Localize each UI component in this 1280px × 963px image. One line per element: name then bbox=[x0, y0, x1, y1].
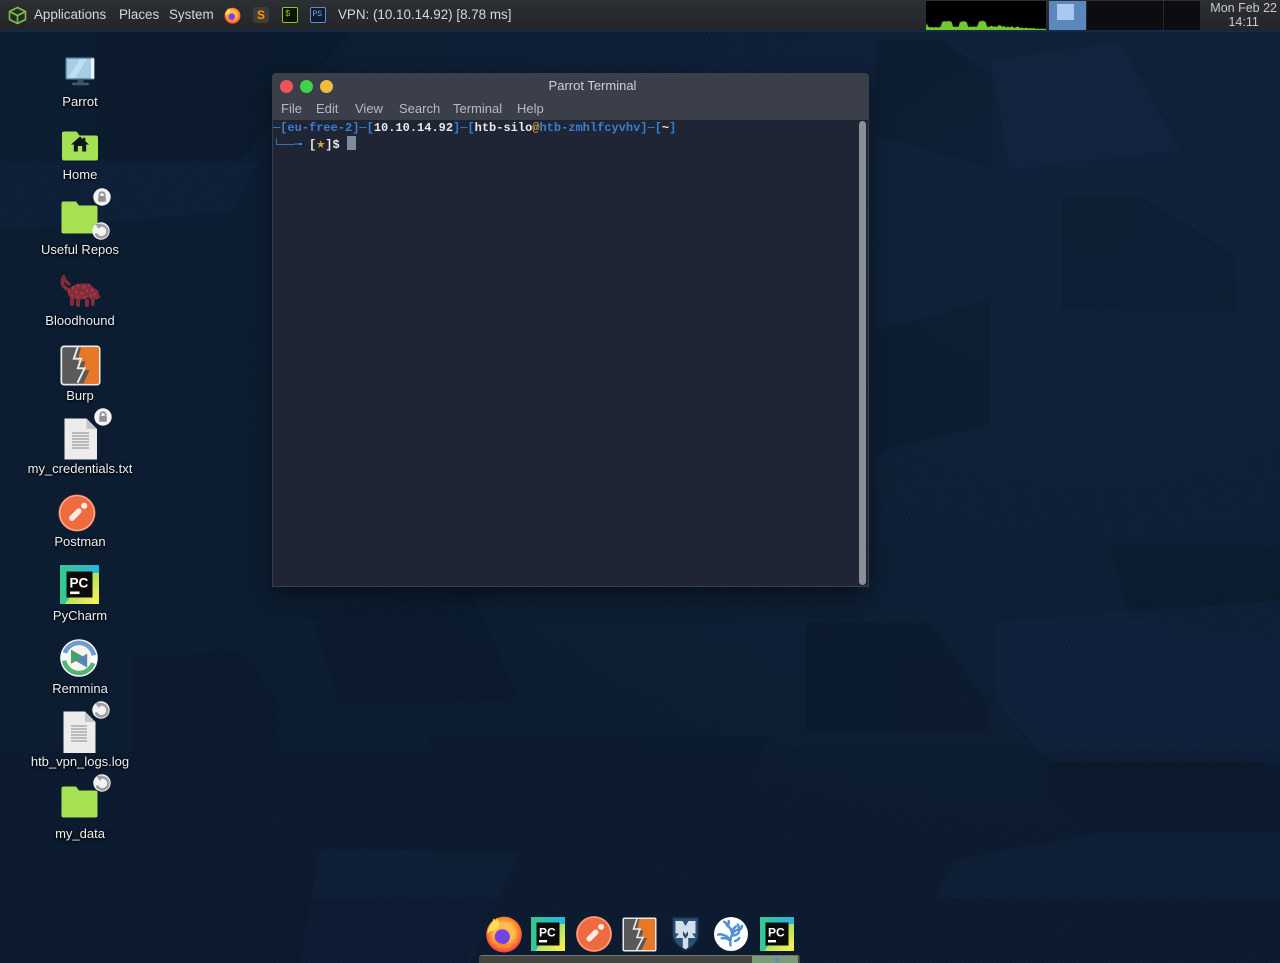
svg-text:PC: PC bbox=[70, 576, 89, 591]
svg-text:PC: PC bbox=[539, 926, 556, 940]
svg-text:PC: PC bbox=[768, 926, 785, 940]
